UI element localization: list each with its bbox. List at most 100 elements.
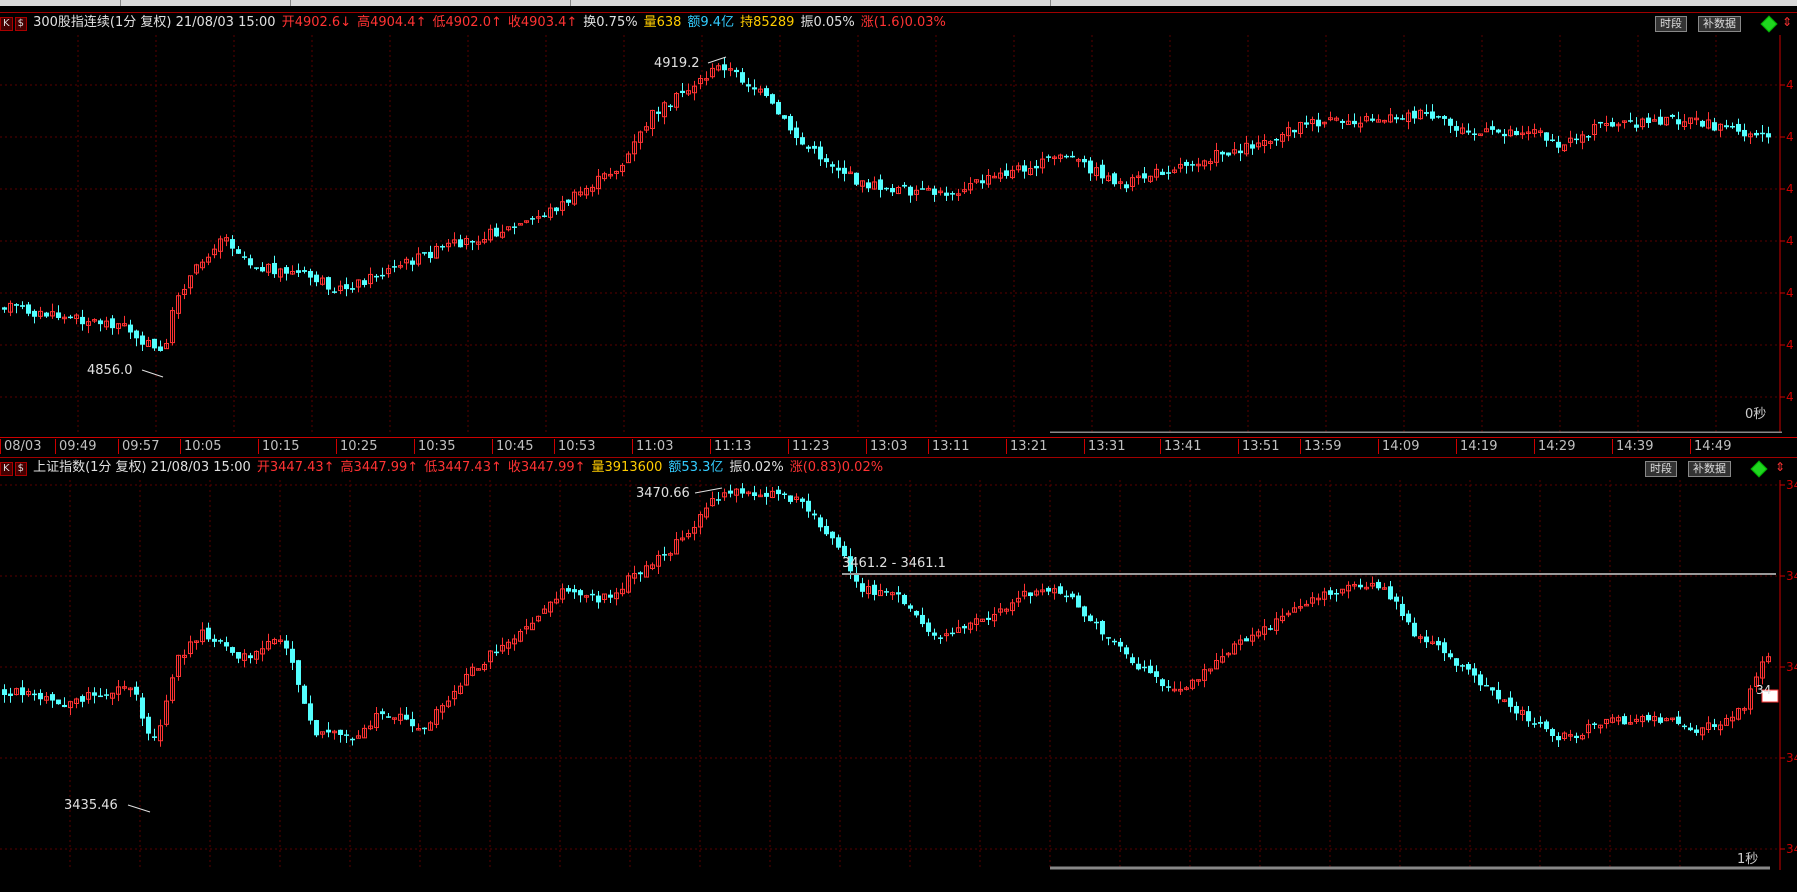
candle-body-down <box>290 648 295 663</box>
candle-body-down <box>794 127 799 139</box>
candle-body-down <box>770 94 775 104</box>
candle-body-down <box>836 167 841 171</box>
period-button[interactable]: 时段 <box>1645 461 1677 477</box>
price-tick-label: 4 <box>1786 390 1794 404</box>
candle-body-down <box>140 697 145 719</box>
candle-body-down <box>1556 141 1561 148</box>
candle-body-down <box>908 186 913 196</box>
candle-body-down <box>1088 160 1093 174</box>
dollar-tag[interactable]: $ <box>14 462 27 476</box>
time-tick: 11:13 <box>710 439 751 454</box>
kline-tag[interactable]: K <box>0 462 13 476</box>
candle-body-down <box>1148 665 1153 674</box>
candle-body-down <box>1448 118 1453 126</box>
candle-body-down <box>50 694 55 701</box>
candle-body-down <box>1754 132 1759 136</box>
candle-body-down <box>92 692 97 696</box>
candle-body-down <box>386 716 391 718</box>
candle-body-down <box>824 158 829 163</box>
candle-body-down <box>68 316 73 319</box>
candle-body-down <box>1160 171 1165 175</box>
candle-body-down <box>212 638 217 642</box>
stats-group: 开3447.43↑ 高3447.99↑ 低3447.43↑ 收3447.99↑ 量391… <box>257 460 889 475</box>
candle-body-down <box>1064 595 1069 598</box>
candle-body-down <box>608 594 613 598</box>
candle-body-down <box>1628 120 1633 122</box>
candle-body-down <box>938 637 943 639</box>
candle-body-down <box>656 111 661 114</box>
candle-body-down <box>422 252 427 254</box>
candle-body-down <box>806 146 811 149</box>
candle-body-down <box>776 102 781 115</box>
futures-kline-panel: K $ 300股指连续(1分 复权) 21/08/03 15:00 开4902.6… <box>0 12 1797 457</box>
candle-body-down <box>242 256 247 258</box>
candle-body-down <box>1112 640 1117 643</box>
candle-body-down <box>470 241 475 243</box>
candle-body-down <box>1106 637 1111 639</box>
time-tick: 14:09 <box>1378 439 1419 454</box>
panel-arrow-icon[interactable]: ⇕ <box>1782 15 1792 29</box>
candle-body-down <box>800 498 805 502</box>
futures-candlestick-chart[interactable]: 4 4 4 4 4 4 4 4919.2 4856.0 <box>0 35 1797 433</box>
candle-body-down <box>1700 120 1705 127</box>
candle-body-down <box>932 188 937 195</box>
candle-body-down <box>1496 689 1501 700</box>
candle-body-down <box>1112 173 1117 185</box>
candle-body-down <box>350 738 355 741</box>
candle-body-down <box>1166 172 1171 174</box>
price-tick-label: 34 <box>1786 480 1797 492</box>
candle-body-down <box>440 246 445 248</box>
supplement-data-button[interactable]: 补数据 <box>1688 461 1731 477</box>
candle-body-down <box>1646 117 1651 124</box>
candle-body-down <box>530 218 535 220</box>
candle-body-down <box>350 288 355 290</box>
candle-body-down <box>1370 118 1375 121</box>
candle-body-down <box>734 69 739 73</box>
price-tick-label: 4 <box>1786 78 1794 92</box>
candle-body-down <box>1454 658 1459 666</box>
candle-body-down <box>1166 686 1171 688</box>
candle-body-down <box>950 193 955 195</box>
period-button[interactable]: 时段 <box>1655 16 1687 32</box>
time-tick: 13:59 <box>1300 439 1341 454</box>
stat-item: 额53.3亿 <box>668 460 724 475</box>
candle-body-down <box>590 593 595 596</box>
candle-body-down <box>542 215 547 218</box>
candle-body-down <box>1358 584 1363 588</box>
candle-body-down <box>830 164 835 167</box>
candle-body-down <box>1136 663 1141 670</box>
kline-tag[interactable]: K <box>0 17 13 31</box>
candle-body-down <box>1430 111 1435 119</box>
low-price-label: 4856.0 <box>87 363 133 378</box>
time-tick: 13:51 <box>1238 439 1279 454</box>
candle-body-down <box>1100 164 1105 179</box>
stat-item: 持85289 <box>740 15 795 30</box>
candle-body-down <box>824 525 829 535</box>
candle-body-down <box>842 545 847 557</box>
price-tick-label: 34 <box>1786 842 1797 856</box>
candle-body-down <box>1610 122 1615 127</box>
candle-body-down <box>1550 139 1555 142</box>
candle-body-down <box>1064 155 1069 158</box>
index-candlestick-chart[interactable]: 34 34 34 34 34 3470.66 3435.46 3461.2 - 3461.1 3… <box>0 480 1797 870</box>
candle-body-down <box>854 172 859 185</box>
candle-body-down <box>1448 653 1453 658</box>
candle-body-down <box>98 320 103 325</box>
high-price-label: 3470.66 <box>636 486 690 501</box>
candle-body-down <box>494 651 499 654</box>
time-tick: 13:41 <box>1160 439 1201 454</box>
candle-body-down <box>1094 621 1099 624</box>
candle-body-down <box>458 239 463 248</box>
time-tick: 10:15 <box>258 439 299 454</box>
supplement-data-button[interactable]: 补数据 <box>1698 16 1741 32</box>
candle-body-down <box>38 692 43 700</box>
candle-body-down <box>1424 112 1429 114</box>
candle-body-down <box>1142 173 1147 179</box>
candle-body-down <box>1466 664 1471 670</box>
stat-item: 换0.75% <box>583 15 638 30</box>
time-tick: 14:39 <box>1612 439 1653 454</box>
panel-arrow-icon[interactable]: ⇕ <box>1775 460 1785 474</box>
dollar-tag[interactable]: $ <box>14 17 27 31</box>
candle-body-down <box>728 490 733 494</box>
candle-body-down <box>344 734 349 736</box>
